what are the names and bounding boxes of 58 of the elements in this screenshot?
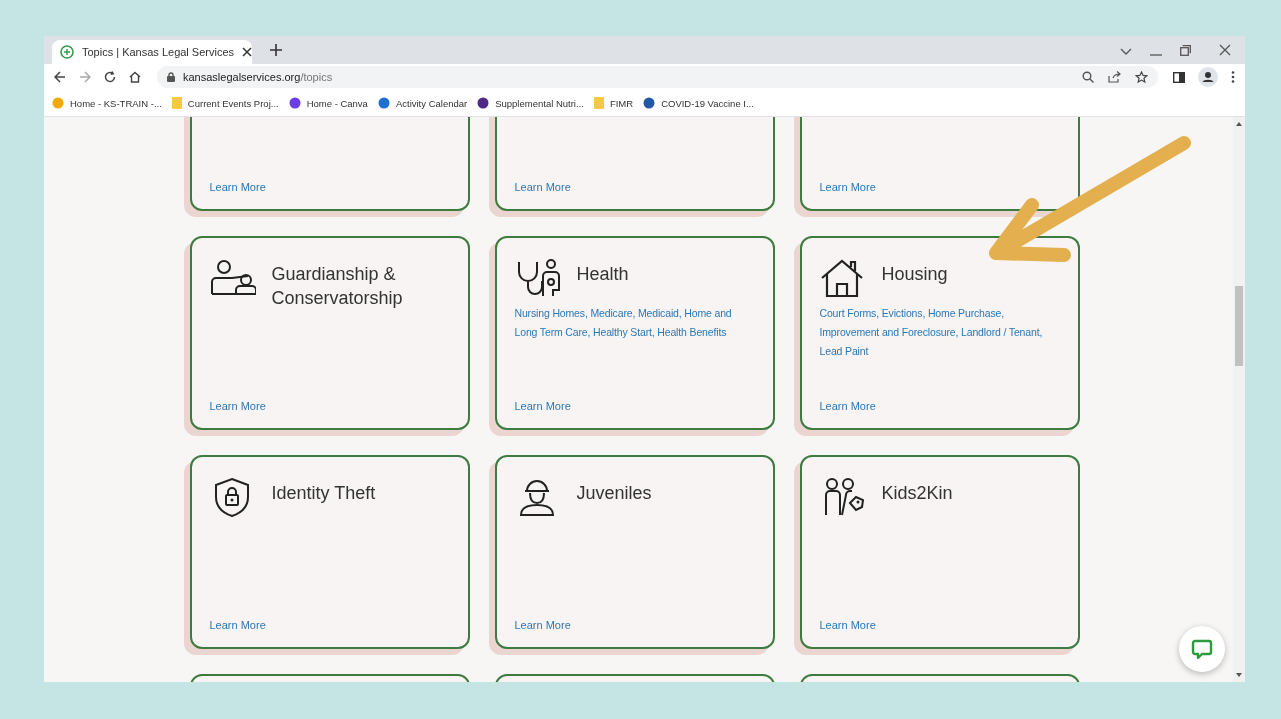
bookmark-link[interactable]: COVID-19 Vaccine I... xyxy=(643,97,754,109)
restore-icon xyxy=(1180,45,1191,56)
minimize-icon xyxy=(1150,54,1162,56)
url-text: kansaslegalservices.org/topics xyxy=(183,71,333,83)
forward-icon xyxy=(79,71,91,83)
learn-more-link[interactable]: Learn More xyxy=(209,400,450,412)
tab-title: Topics | Kansas Legal Services xyxy=(82,46,235,58)
topic-list[interactable]: Nursing Homes, Medicare, Medicaid, Home and Long Term Care, Healthy Start, Health Benefits xyxy=(514,304,757,342)
scrollbar[interactable] xyxy=(1233,117,1245,682)
close-icon xyxy=(242,47,253,57)
site-icon xyxy=(477,97,490,109)
bookmark-link[interactable]: FIMR xyxy=(593,97,634,109)
learn-more-link[interactable]: Learn More xyxy=(819,181,1060,193)
learn-more-link[interactable]: Learn More xyxy=(514,619,755,631)
folder-icon xyxy=(171,97,182,109)
card-title: Kids2Kin xyxy=(881,482,953,505)
learn-more-link[interactable]: Learn More xyxy=(514,181,755,193)
learn-more-link[interactable]: Learn More xyxy=(819,619,1060,631)
bookmark-link[interactable]: Current Events Proj... xyxy=(171,97,279,109)
card-title: Housing xyxy=(881,263,948,286)
learn-more-link[interactable]: Learn More xyxy=(209,619,450,631)
learn-more-link[interactable]: Learn More xyxy=(819,400,1060,412)
card-title: Identity Theft xyxy=(271,482,376,505)
learn-more-link[interactable]: Learn More xyxy=(209,181,450,193)
site-icon xyxy=(643,97,656,109)
learn-more-link[interactable]: Learn More xyxy=(514,400,755,412)
more-menu-icon xyxy=(1231,71,1235,83)
new-tab-icon xyxy=(270,44,282,56)
share-icon xyxy=(1108,71,1121,83)
card-title: Health xyxy=(576,263,629,286)
topic-list[interactable]: Court Forms, Evictions, Home Purchase, Improvement and Foreclosure, Landlord / Tenant, Lead Paint xyxy=(819,304,1062,361)
back-icon xyxy=(54,71,66,83)
address-bar[interactable]: kansaslegalservices.org/topics xyxy=(157,66,1158,88)
lock-icon xyxy=(167,72,175,82)
card-title: Juveniles xyxy=(576,482,652,505)
site-icon xyxy=(52,97,64,109)
chevron-down-icon xyxy=(1120,48,1132,56)
chat-icon xyxy=(1191,638,1213,660)
side-panel-icon xyxy=(1173,71,1185,83)
bookmark-link[interactable]: Supplemental Nutri... xyxy=(477,97,584,109)
site-icon xyxy=(288,97,301,109)
card-title: Guardianship & Conservatorship xyxy=(271,263,404,310)
profile-icon xyxy=(1198,67,1218,87)
home-icon xyxy=(129,71,141,83)
reload-icon xyxy=(104,71,116,83)
search-icon xyxy=(1082,71,1094,83)
scrollbar-thumb[interactable] xyxy=(1235,286,1243,366)
site-icon xyxy=(377,97,390,109)
scroll-down-icon[interactable] xyxy=(1236,673,1242,677)
folder-icon xyxy=(593,97,604,109)
close-icon xyxy=(1219,44,1231,56)
chat-button[interactable] xyxy=(1179,626,1225,672)
star-icon xyxy=(1135,70,1148,84)
browser-tab[interactable]: Topics | Kansas Legal Services xyxy=(52,40,252,64)
bookmark-link[interactable]: Activity Calendar xyxy=(377,97,468,109)
scroll-up-icon[interactable] xyxy=(1236,122,1242,126)
bookmark-link[interactable]: Home - Canva xyxy=(288,97,368,109)
bookmark-link[interactable]: Home - KS-TRAIN -... xyxy=(52,97,162,109)
